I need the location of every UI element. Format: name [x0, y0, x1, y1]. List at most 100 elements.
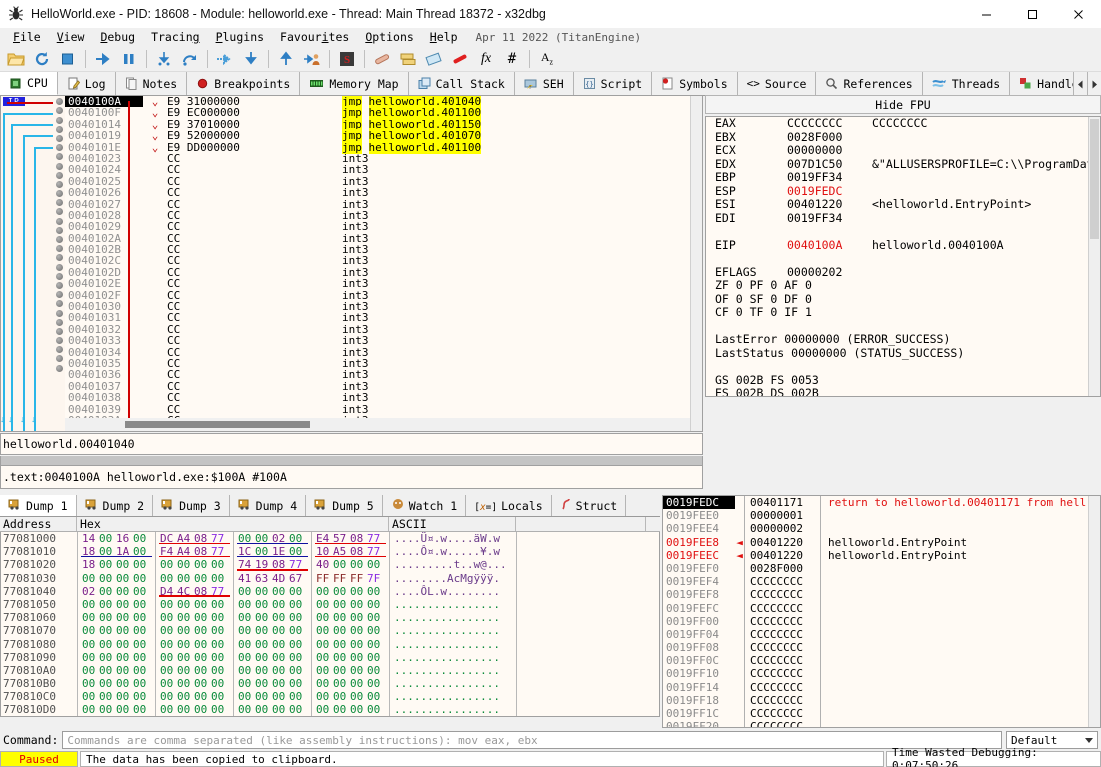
stack-panel[interactable]: 0019FEDC 00401171 return to helloworld.004… — [662, 495, 1101, 728]
breakpoint-red-icon[interactable] — [448, 48, 472, 70]
breakpoint-toggle-dot[interactable] — [56, 236, 63, 243]
run-icon[interactable] — [91, 48, 115, 70]
pause-icon[interactable] — [117, 48, 141, 70]
breakpoint-toggle-dot[interactable] — [56, 144, 63, 152]
disassembly-row[interactable]: 00401032 CC int3 — [65, 323, 702, 335]
stack-row[interactable]: 0019FF0C CCCCCCCC — [663, 654, 1100, 668]
breakpoint-toggle-dot[interactable] — [56, 318, 63, 326]
breakpoint-toggle-dot[interactable] — [56, 199, 63, 207]
tab-threads[interactable]: Threads — [922, 72, 1011, 95]
scylla-icon[interactable]: S — [335, 48, 359, 70]
tab-references[interactable]: References — [816, 72, 923, 95]
register-row[interactable]: ESI 00401220 <helloworld.EntryPoint> — [706, 197, 1100, 212]
dump-row[interactable]: 77081000 14 00 16 00 DC A4 08 77 00 00 02 00 E4 57 08 77… — [1, 532, 659, 546]
disassembly-row[interactable]: 0040102B CC int3 — [65, 244, 702, 256]
dump-tab-watch-1[interactable]: Watch 1 — [383, 495, 467, 516]
dump-row[interactable]: 770810B0 00 00 00 00 00 00 00 00 00 00 00 00 00 00 00 00… — [1, 677, 659, 691]
stack-row[interactable]: 0019FF18 CCCCCCCC — [663, 693, 1100, 707]
execute-till-return-icon[interactable] — [274, 48, 298, 70]
restart-icon[interactable] — [30, 48, 54, 70]
dump-row[interactable]: 77081040 02 00 00 00 D4 4C 08 77 00 00 00 00 00 00 00 00… — [1, 584, 659, 598]
minimize-button[interactable] — [963, 0, 1009, 28]
register-row[interactable]: EBP 0019FF34 — [706, 170, 1100, 185]
dump-row[interactable]: 77081010 18 00 1A 00 F4 A4 08 77 1C 00 1E 00 10 A5 08 77… — [1, 545, 659, 559]
disassembly-row[interactable]: 0040102E CC int3 — [65, 278, 702, 290]
breakpoint-toggle-dot[interactable] — [56, 125, 63, 133]
menu-plugins[interactable]: Plugins — [208, 29, 272, 45]
breakpoint-toggle-dot[interactable] — [56, 162, 63, 170]
register-row[interactable]: EDX 007D1C50 &"ALLUSERSPROFILE=C:\\Program… — [706, 157, 1100, 172]
disassembly-row[interactable]: 00401027 CC int3 — [65, 198, 702, 210]
step-over-icon[interactable] — [178, 48, 202, 70]
breakpoint-toggle-dot[interactable] — [56, 98, 63, 106]
disassembly-row[interactable]: 00401037 CC int3 — [65, 380, 702, 392]
step-into-dotted-icon[interactable] — [239, 48, 263, 70]
register-row[interactable]: EFLAGS 00000202 — [706, 265, 1100, 280]
disassembly-hscrollbar[interactable] — [65, 418, 702, 431]
command-input[interactable]: Commands are comma separated (like assem… — [62, 731, 1002, 749]
menu-file[interactable]: File — [5, 29, 49, 45]
menu-favourites[interactable]: Favourites — [272, 29, 357, 45]
disassembly-row[interactable]: 00401036 CC int3 — [65, 369, 702, 381]
disassembly-row[interactable]: 0040102D CC int3 — [65, 266, 702, 278]
dump-row[interactable]: 770810C0 00 00 00 00 00 00 00 00 00 00 00 00 00 00 00 00… — [1, 690, 659, 704]
step-over-dotted-icon[interactable] — [213, 48, 237, 70]
disassembly-row[interactable]: 00401033 CC int3 — [65, 335, 702, 347]
dump-header-spare[interactable] — [516, 517, 646, 531]
breakpoint-toggle-dot[interactable] — [56, 226, 63, 234]
disassembly-hscroll-thumb[interactable] — [125, 421, 310, 428]
log-window-icon[interactable] — [396, 48, 420, 70]
dump-row[interactable]: 77081060 00 00 00 00 00 00 00 00 00 00 00 00 00 00 00 00… — [1, 611, 659, 625]
disassembly-row[interactable]: 0040102C CC int3 — [65, 255, 702, 267]
patch-icon[interactable] — [370, 48, 394, 70]
tab-scroll-right-button[interactable] — [1087, 72, 1101, 95]
step-into-icon[interactable] — [152, 48, 176, 70]
menu-help[interactable]: Help — [422, 29, 466, 45]
stack-row[interactable]: 0019FF04 CCCCCCCC — [663, 627, 1100, 642]
disassembly-panel[interactable]: IP ↓ ↓ ↓ ↓ 0040100A⌄E9 31000000jmp hello… — [0, 95, 703, 432]
dump-row[interactable]: 770810D0 00 00 00 00 00 00 00 00 00 00 00 00 00 00 00 00… — [1, 703, 659, 716]
disassembly-row[interactable]: 00401023 CC int3 — [65, 153, 702, 165]
breakpoint-toggle-dot[interactable] — [56, 254, 63, 262]
tab-cpu[interactable]: CPU — [0, 72, 58, 95]
register-row[interactable]: EBX 0028F000 — [706, 130, 1100, 145]
stack-row[interactable]: 0019FEEC ◄ 00401220 helloworld.EntryPoint — [663, 548, 1100, 562]
breakpoint-toggle-dot[interactable] — [56, 281, 63, 289]
notes-icon[interactable] — [422, 48, 446, 70]
breakpoint-toggle-dot[interactable] — [56, 327, 63, 335]
breakpoint-toggle-dot[interactable] — [56, 171, 63, 179]
stack-row[interactable]: 0019FF10 CCCCCCCC — [663, 667, 1100, 681]
breakpoint-toggle-dot[interactable] — [56, 309, 63, 317]
breakpoint-toggle-dot[interactable] — [56, 346, 63, 354]
tab-log[interactable]: Log — [57, 72, 116, 95]
disassembly-row[interactable]: 0040101E ⌄ E9 DD000000 jmp helloworld.40110… — [65, 140, 702, 154]
tab-memory-map[interactable]: Memory Map — [300, 72, 409, 95]
font-az-icon[interactable]: Az — [535, 48, 559, 70]
breakpoint-toggle-dot[interactable] — [56, 337, 63, 345]
breakpoint-toggle-dot[interactable] — [56, 180, 63, 188]
tab-symbols[interactable]: Symbols — [652, 72, 738, 95]
breakpoint-toggle-dot[interactable] — [56, 153, 63, 161]
register-row[interactable]: ECX 00000000 — [706, 143, 1100, 158]
stop-icon[interactable] — [56, 48, 80, 70]
disassembly-row[interactable]: 00401034 CC int3 — [65, 346, 702, 358]
breakpoint-toggle-dot[interactable] — [56, 272, 63, 280]
tab-script[interactable]: {} Script — [573, 72, 653, 95]
hide-fpu-button[interactable]: Hide FPU — [705, 95, 1101, 114]
stack-row[interactable]: 0019FF20 CCCCCCCC — [663, 720, 1100, 727]
breakpoint-toggle-dot[interactable] — [56, 364, 63, 372]
menu-debug[interactable]: Debug — [92, 29, 143, 45]
tab-notes[interactable]: Notes — [115, 72, 188, 95]
disassembly-row[interactable]: 00401024 CC int3 — [65, 164, 702, 176]
dump-header-ascii[interactable]: ASCII — [389, 517, 516, 531]
breakpoint-toggle-dot[interactable] — [56, 263, 63, 271]
breakpoint-toggle-dot[interactable] — [56, 300, 63, 308]
dump-tab-dump-4[interactable]: Dump 4 — [230, 495, 307, 516]
menu-options[interactable]: Options — [357, 29, 421, 45]
dump-tab-struct[interactable]: Struct — [552, 495, 627, 516]
disassembly-row[interactable]: 00401035 CC int3 — [65, 358, 702, 370]
stack-row[interactable]: 0019FEF4 CCCCCCCC — [663, 575, 1100, 589]
dump-row[interactable]: 77081020 18 00 00 00 00 00 00 00 74 19 08 77 40 00 00 00… — [1, 558, 659, 572]
breakpoint-toggle-dot[interactable] — [56, 217, 63, 225]
open-icon[interactable] — [4, 48, 28, 70]
